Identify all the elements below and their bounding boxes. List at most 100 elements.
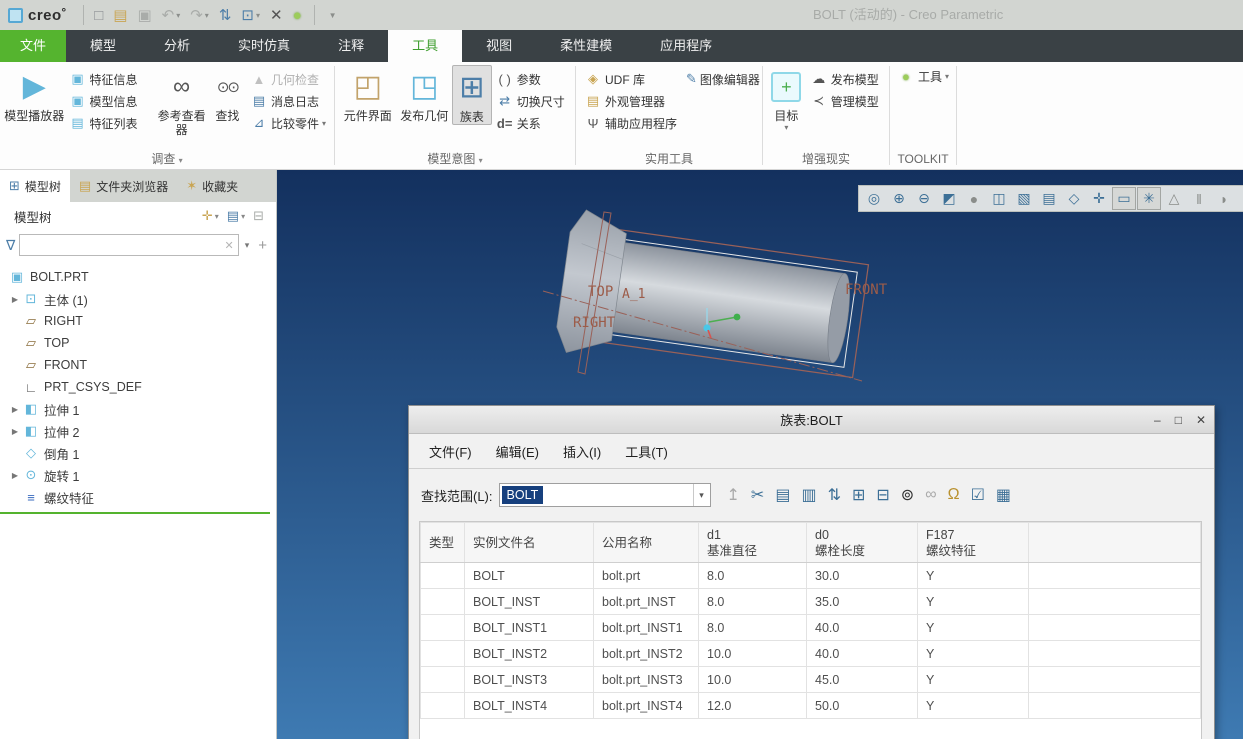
open-generic-button[interactable]: ↥ (727, 485, 740, 505)
find-button[interactable]: ⊙⊙ 查找 (209, 65, 246, 123)
cell-type[interactable] (421, 667, 465, 693)
cell-f187[interactable]: Y (918, 615, 1029, 641)
cell-d0[interactable]: 35.0 (807, 589, 918, 615)
cell-d1[interactable]: 10.0 (699, 641, 807, 667)
dialog-close-button[interactable]: ✕ (1196, 413, 1206, 427)
tree-item-front[interactable]: ▱FRONT (0, 354, 276, 376)
expander-icon[interactable]: ▶ (8, 471, 22, 480)
open-button[interactable]: ▤ (109, 3, 131, 27)
tab-file[interactable]: 文件 (0, 30, 66, 62)
tree-item-thread-feature[interactable]: ≡螺纹特征 (0, 486, 276, 508)
tree-item-extrude-1[interactable]: ▶◧拉伸 1 (0, 398, 276, 420)
cell-common-name[interactable]: bolt.prt_INST (594, 589, 699, 615)
cell-instance-name[interactable]: BOLT_INST2 (465, 641, 594, 667)
tab-view[interactable]: 视图 (462, 30, 536, 62)
table-row-bolt[interactable]: BOLT bolt.prt 8.0 30.0 Y (421, 563, 1201, 589)
verify-instances-button[interactable]: ☑ (971, 485, 985, 505)
table-row-bolt-inst[interactable]: BOLT_INST bolt.prt_INST 8.0 35.0 Y (421, 589, 1201, 615)
menu-insert[interactable]: 插入(I) (551, 442, 613, 461)
insert-instance-button[interactable]: ⇅ (828, 485, 841, 505)
cell-f187[interactable]: Y (918, 641, 1029, 667)
tab-folder-browser[interactable]: ▤文件夹浏览器 (70, 170, 177, 202)
menu-tools[interactable]: 工具(T) (613, 442, 680, 461)
appearance-manager-button[interactable]: ▤外观管理器 (580, 90, 682, 112)
tree-settings-button[interactable]: ✛▾ (198, 208, 223, 224)
copy-increments-button[interactable]: ⊟ (876, 485, 889, 505)
header-d0-length[interactable]: d0螺栓长度 (807, 523, 918, 563)
publish-geometry-button[interactable]: ◳ 发布几何 (397, 65, 453, 123)
cell-d0[interactable]: 30.0 (807, 563, 918, 589)
tree-item-chamfer-1[interactable]: ◇倒角 1 (0, 442, 276, 464)
tree-item-bolt-prt[interactable]: ▣BOLT.PRT (0, 266, 276, 288)
cell-common-name[interactable]: bolt.prt_INST1 (594, 615, 699, 641)
tree-settings-dropdown-icon[interactable]: ▾ (215, 212, 219, 221)
tab-analysis[interactable]: 分析 (140, 30, 214, 62)
tree-item-extrude-2[interactable]: ▶◧拉伸 2 (0, 420, 276, 442)
tab-applications[interactable]: 应用程序 (636, 30, 736, 62)
parameters-button[interactable]: ( )参数 (492, 68, 571, 90)
model-player-button[interactable]: ▶ 模型播放器 (4, 65, 64, 123)
cell-f187[interactable]: Y (918, 667, 1029, 693)
filter-add-icon[interactable]: + (255, 237, 270, 254)
tree-item-revolve-1[interactable]: ▶⊙旋转 1 (0, 464, 276, 486)
windows-dropdown-icon[interactable]: ▾ (256, 11, 260, 20)
header-common-name[interactable]: 公用名称 (594, 523, 699, 563)
tab-model-tree[interactable]: ⊞模型树 (0, 170, 70, 202)
copy-button[interactable]: ▤ (775, 485, 790, 505)
right-datum-label[interactable]: RIGHT (573, 315, 616, 331)
patternize-button[interactable]: ⊞ (852, 485, 865, 505)
shading-style-button[interactable]: ● (962, 187, 986, 210)
menu-file[interactable]: 文件(F) (417, 442, 484, 461)
cell-f187[interactable]: Y (918, 589, 1029, 615)
view-images-button[interactable]: ▤ (1037, 187, 1061, 210)
tree-item-csys[interactable]: ∟PRT_CSYS_DEF (0, 376, 276, 398)
cell-common-name[interactable]: bolt.prt_INST2 (594, 641, 699, 667)
filter-funnel-icon[interactable]: ∇ (6, 237, 15, 254)
cell-type[interactable] (421, 693, 465, 719)
manage-models-button[interactable]: ≺管理模型 (806, 90, 885, 112)
cell-type[interactable] (421, 563, 465, 589)
cell-type[interactable] (421, 615, 465, 641)
tab-model[interactable]: 模型 (66, 30, 140, 62)
table-row-bolt-inst4[interactable]: BOLT_INST4 bolt.prt_INST4 12.0 50.0 Y (421, 693, 1201, 719)
cell-d1[interactable]: 8.0 (699, 615, 807, 641)
group-label-augmented-reality[interactable]: 增强现实 (763, 151, 889, 169)
feature-list-button[interactable]: ▤特征列表 (64, 112, 154, 134)
windows-button[interactable]: ⊡▾ (237, 3, 264, 27)
cell-d0[interactable]: 40.0 (807, 615, 918, 641)
tree-filter-input[interactable] (20, 236, 220, 254)
cut-button[interactable]: ✂ (751, 485, 764, 505)
filter-clear-icon[interactable]: ✕ (220, 239, 237, 252)
cell-d1[interactable]: 12.0 (699, 693, 807, 719)
header-instance-file-name[interactable]: 实例文件名 (465, 523, 594, 563)
header-type[interactable]: 类型 (421, 523, 465, 563)
reference-viewer-button[interactable]: ∞ 参考查看器 (154, 65, 209, 137)
connection-status-button[interactable]: ● (289, 3, 306, 27)
cell-instance-name[interactable]: BOLT_INST1 (465, 615, 594, 641)
compare-parts-button[interactable]: ⊿比较零件▾ (246, 112, 330, 134)
tree-display-dropdown-icon[interactable]: ▾ (241, 212, 245, 221)
model-info-button[interactable]: ▣模型信息 (64, 90, 154, 112)
dialog-maximize-button[interactable]: □ (1175, 413, 1182, 427)
paste-button[interactable]: ▥ (801, 485, 816, 505)
simulate-button[interactable]: △ (1162, 187, 1186, 210)
expander-icon[interactable]: ▶ (8, 427, 22, 436)
compare-parts-dropdown-icon[interactable]: ▾ (322, 119, 326, 128)
tab-favorites[interactable]: ✶收藏夹 (177, 170, 247, 202)
cell-instance-name[interactable]: BOLT_INST (465, 589, 594, 615)
clip-button[interactable]: ◗ (1212, 187, 1236, 210)
perspective-view-button[interactable]: ◇ (1062, 187, 1086, 210)
close-window-button[interactable]: ✕ (266, 3, 287, 27)
repaint-button[interactable]: ◩ (937, 187, 961, 210)
group-label-model-intent[interactable]: 模型意图 ▾ (335, 151, 575, 169)
tab-live-simulation[interactable]: 实时仿真 (214, 30, 314, 62)
preview-instance-button[interactable]: ∞ (925, 486, 936, 504)
cell-d1[interactable]: 8.0 (699, 563, 807, 589)
message-log-button[interactable]: ▤消息日志 (246, 90, 330, 112)
redo-dropdown-icon[interactable]: ▾ (205, 11, 209, 20)
filter-dropdown-icon[interactable]: ▾ (243, 240, 252, 251)
target-button[interactable]: + 目标 ▾ (767, 65, 806, 132)
top-datum-label[interactable]: TOP (588, 284, 613, 300)
datum-display-button[interactable]: ✛ (1087, 187, 1111, 210)
header-f187-thread[interactable]: F187螺纹特征 (918, 523, 1029, 563)
